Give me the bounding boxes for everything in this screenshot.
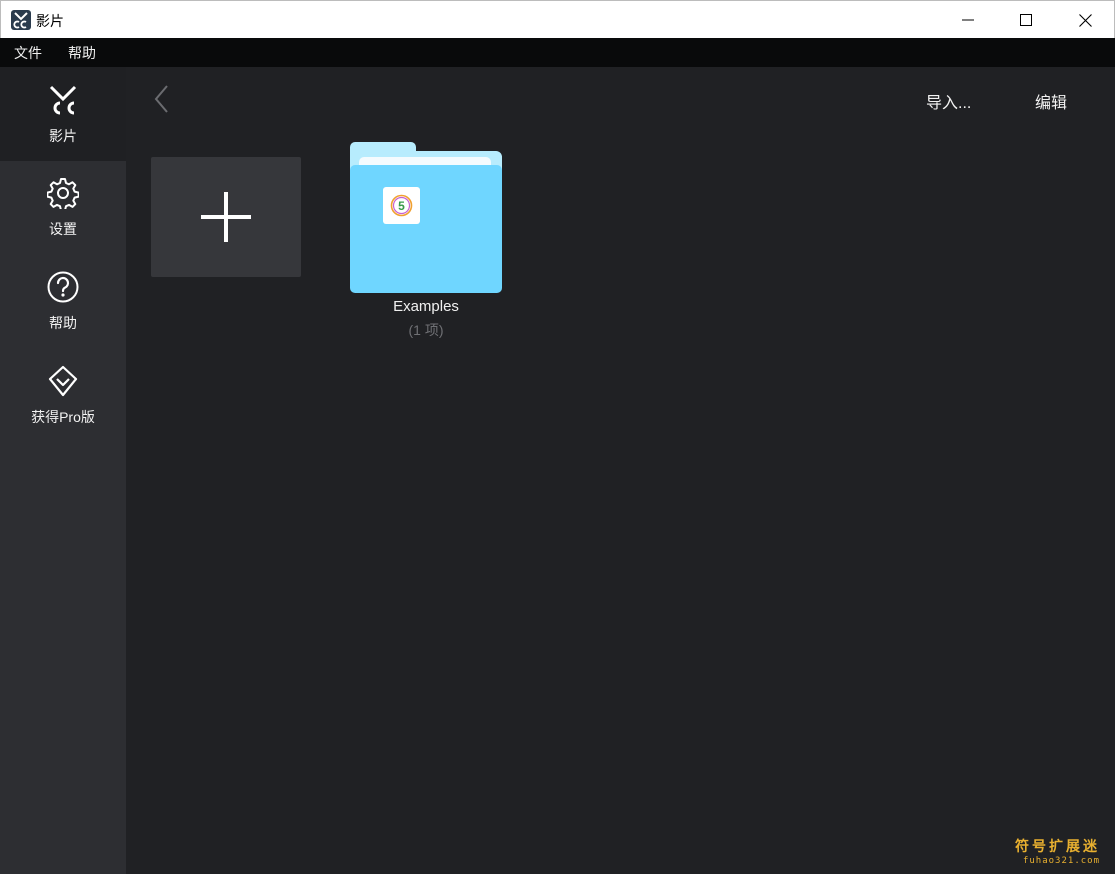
- maximize-icon: [1020, 14, 1032, 26]
- watermark-url: fuhao321.com: [1022, 856, 1100, 866]
- watermark-text: 符号扩展迷: [1015, 838, 1100, 854]
- app-badge-icon: 5: [383, 187, 420, 224]
- app-icon: [11, 10, 31, 30]
- new-project-tile[interactable]: [151, 157, 301, 277]
- folder-examples[interactable]: 5: [350, 141, 502, 293]
- sidebar-item-settings[interactable]: 设置: [0, 161, 126, 255]
- main-content: 导入... 编辑 5 Examples (1 项) 符号扩展迷 fuhao321…: [126, 67, 1115, 874]
- title-bar: 影片: [0, 0, 1115, 38]
- menu-file[interactable]: 文件: [14, 43, 42, 63]
- minimize-button[interactable]: [939, 1, 997, 39]
- maximize-button[interactable]: [997, 1, 1055, 39]
- sidebar-item-label: 设置: [49, 221, 77, 237]
- scissors-cc-icon: [49, 85, 77, 115]
- minimize-icon: [962, 19, 974, 21]
- close-icon: [1078, 13, 1092, 27]
- diamond-icon: [48, 365, 78, 397]
- sidebar-item-help[interactable]: 帮助: [0, 255, 126, 349]
- plus-icon: [201, 192, 251, 242]
- sidebar: 影片 设置 帮助 获得Pro版: [0, 67, 126, 874]
- svg-text:5: 5: [398, 199, 405, 213]
- back-chevron-icon[interactable]: [150, 84, 174, 114]
- sidebar-item-movies[interactable]: 影片: [0, 67, 126, 161]
- edit-button[interactable]: 编辑: [1035, 89, 1067, 113]
- gear-icon: [47, 178, 79, 209]
- folder-item-count: (1 项): [408, 322, 444, 338]
- folder-name: Examples: [393, 298, 459, 315]
- menu-help[interactable]: 帮助: [68, 43, 96, 63]
- sidebar-item-get-pro[interactable]: 获得Pro版: [0, 349, 126, 443]
- menu-bar: 文件 帮助: [0, 38, 1115, 67]
- window-title: 影片: [36, 13, 64, 29]
- import-button[interactable]: 导入...: [926, 89, 971, 113]
- sidebar-item-label: 影片: [49, 128, 77, 144]
- close-button[interactable]: [1056, 1, 1114, 39]
- sidebar-item-label: 帮助: [49, 315, 77, 331]
- help-circle-icon: [47, 271, 79, 303]
- sidebar-item-label: 获得Pro版: [31, 409, 95, 425]
- watermark: 符号扩展迷 fuhao321.com: [1015, 836, 1100, 866]
